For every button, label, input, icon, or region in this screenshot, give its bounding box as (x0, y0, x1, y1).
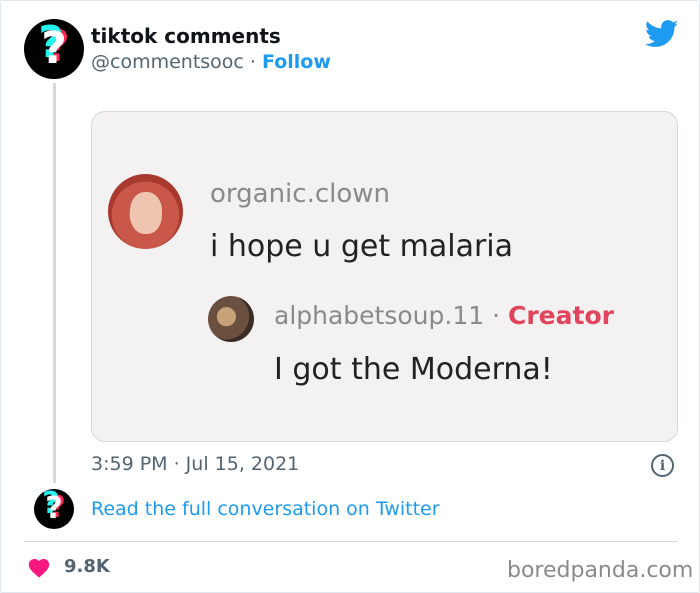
tweet-timestamp[interactable]: 3:59 PM · Jul 15, 2021 (91, 453, 299, 475)
question-mark-icon: ? (45, 491, 62, 526)
reply-text: I got the Moderna! (274, 352, 553, 387)
divider (24, 541, 678, 542)
thread-line (53, 83, 56, 483)
author-handle-row: @commentsooc · Follow (91, 51, 331, 73)
reply-user-row: alphabetsoup.11 · Creator (274, 301, 614, 330)
embedded-screenshot[interactable]: organic.clown i hope u get malaria alpha… (91, 111, 678, 442)
commenter-avatar (108, 174, 183, 249)
reply-username: alphabetsoup.11 (274, 301, 485, 330)
reply-separator: · (484, 301, 508, 330)
like-count: 9.8K (64, 556, 110, 577)
separator-dot: · (243, 51, 262, 73)
info-icon[interactable]: i (651, 454, 674, 477)
author-name[interactable]: tiktok comments (91, 24, 281, 48)
author-avatar[interactable]: ? (24, 19, 84, 79)
tweet-card: ? tiktok comments @commentsooc · Follow … (0, 0, 700, 593)
watermark: boredpanda.com (507, 558, 694, 583)
comment-username: organic.clown (210, 179, 391, 209)
follow-button[interactable]: Follow (262, 51, 331, 73)
author-handle[interactable]: @commentsooc (91, 51, 244, 73)
comment-text: i hope u get malaria (210, 229, 514, 264)
read-conversation-link[interactable]: Read the full conversation on Twitter (91, 498, 440, 520)
heart-icon[interactable] (27, 556, 51, 578)
author-avatar-small[interactable]: ? (34, 489, 74, 529)
reply-avatar (208, 296, 254, 342)
question-mark-icon: ? (41, 23, 67, 74)
twitter-bird-icon[interactable] (645, 20, 679, 48)
creator-badge: Creator (508, 301, 614, 330)
